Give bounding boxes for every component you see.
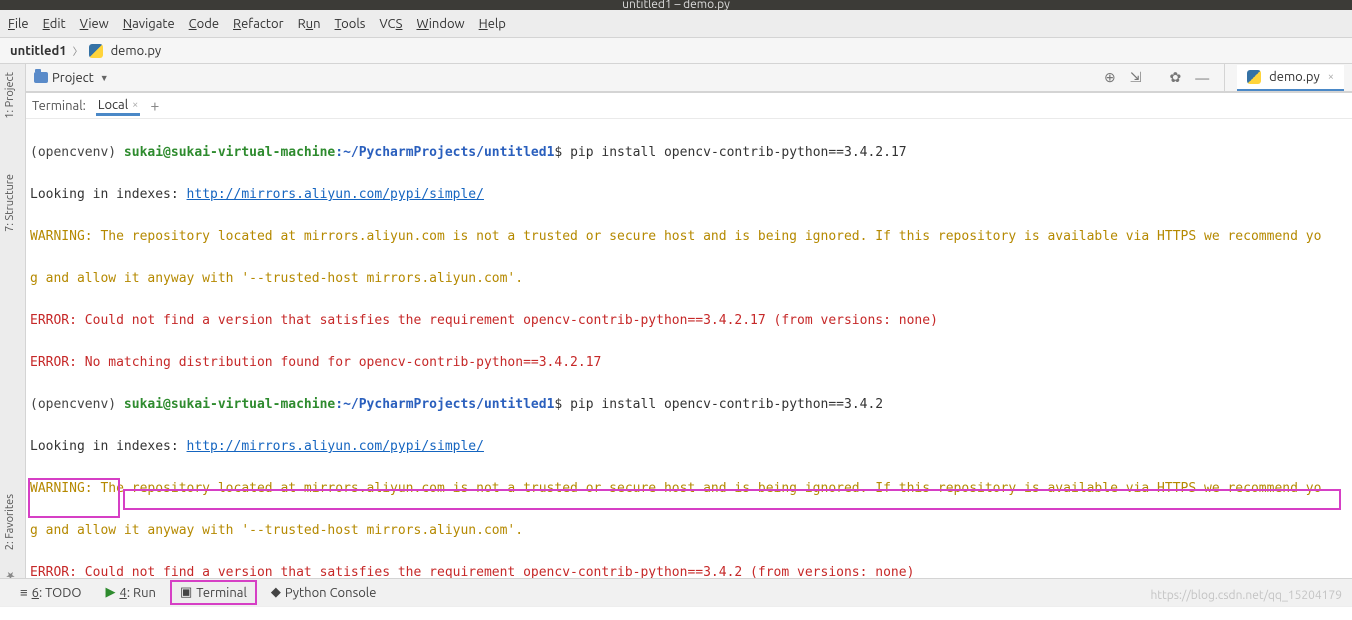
editor-tab-label: demo.py — [1269, 70, 1320, 84]
tool-tab-terminal-label: Terminal — [196, 586, 247, 600]
locate-icon[interactable]: ⊕ — [1101, 69, 1119, 86]
close-icon[interactable]: × — [1328, 71, 1334, 83]
link-aliyun-index[interactable]: http://mirrors.aliyun.com/pypi/simple/ — [187, 187, 484, 202]
terminal-icon: ▣ — [180, 585, 192, 600]
tool-tab-structure[interactable]: 7: Structure — [4, 174, 16, 232]
watermark: https://blog.csdn.net/qq_15204179 — [1150, 589, 1342, 602]
menu-vcs[interactable]: VCS — [379, 17, 402, 31]
window-title: untitled1 – demo.py — [622, 0, 730, 10]
breadcrumb-project[interactable]: untitled1 — [10, 44, 67, 58]
menu-tools[interactable]: Tools — [335, 17, 366, 31]
tool-tab-run[interactable]: ▶ 4: Run — [95, 580, 165, 605]
project-view-label: Project — [52, 71, 94, 85]
menu-refactor[interactable]: Refactor — [233, 17, 284, 31]
terminal-tabbar: Terminal: Local × + — [26, 93, 1352, 119]
menu-navigate[interactable]: Navigate — [123, 17, 175, 31]
tool-tab-terminal[interactable]: ▣ Terminal — [170, 580, 257, 605]
tool-tab-todo[interactable]: ≡ 6: TODO — [10, 580, 91, 605]
bottom-toolbar: ≡ 6: TODO ▶ 4: Run ▣ Terminal ◆ Python C… — [0, 578, 1352, 606]
menu-bar: File Edit View Navigate Code Refactor Ru… — [0, 10, 1352, 38]
terminal-tab-label: Local — [98, 98, 128, 112]
gear-icon[interactable]: ✿ — [1166, 69, 1184, 86]
menu-view[interactable]: View — [80, 17, 109, 31]
close-icon[interactable]: × — [132, 99, 138, 111]
project-toolbar: Project ▼ ⊕ ⇲ ✿ — demo.py × — [26, 64, 1352, 92]
chevron-down-icon: ▼ — [100, 73, 109, 83]
tool-tab-favorites[interactable]: 2: Favorites — [4, 494, 16, 550]
todo-icon: ≡ — [20, 585, 28, 600]
editor-tab-demo[interactable]: demo.py × — [1237, 65, 1344, 91]
folder-icon — [34, 72, 48, 83]
python-file-icon — [1247, 70, 1261, 84]
chevron-icon: 〉 — [73, 43, 83, 58]
terminal-title: Terminal: — [32, 99, 86, 113]
play-icon: ▶ — [105, 585, 115, 600]
python-file-icon — [89, 44, 103, 58]
link-aliyun-index[interactable]: http://mirrors.aliyun.com/pypi/simple/ — [187, 439, 484, 454]
cutoff-strip — [0, 606, 1352, 620]
window-titlebar: untitled1 – demo.py — [0, 0, 1352, 10]
tool-tab-python-console-label: Python Console — [285, 586, 377, 600]
menu-edit[interactable]: Edit — [43, 17, 66, 31]
menu-file[interactable]: File — [8, 17, 29, 31]
expand-icon[interactable]: ⇲ — [1127, 69, 1145, 86]
menu-run[interactable]: Run — [298, 17, 321, 31]
add-terminal-button[interactable]: + — [150, 97, 159, 115]
breadcrumb-file[interactable]: demo.py — [111, 44, 162, 58]
left-gutter: 1: Project 7: Structure 2: Favorites ★ — [0, 64, 26, 582]
tool-tab-python-console[interactable]: ◆ Python Console — [261, 580, 387, 605]
menu-help[interactable]: Help — [479, 17, 506, 31]
breadcrumb: untitled1 〉 demo.py — [0, 38, 1352, 64]
menu-code[interactable]: Code — [189, 17, 219, 31]
terminal-tab-local[interactable]: Local × — [96, 96, 141, 116]
menu-window[interactable]: Window — [416, 17, 464, 31]
terminal-panel: Terminal: Local × + (opencvenv) sukai@su… — [26, 92, 1352, 582]
project-view-selector[interactable]: Project ▼ — [34, 71, 109, 85]
terminal-output[interactable]: (opencvenv) sukai@sukai-virtual-machine:… — [26, 119, 1352, 582]
minimize-icon[interactable]: — — [1192, 70, 1212, 86]
tool-tab-project[interactable]: 1: Project — [4, 72, 16, 119]
python-icon: ◆ — [271, 585, 281, 600]
